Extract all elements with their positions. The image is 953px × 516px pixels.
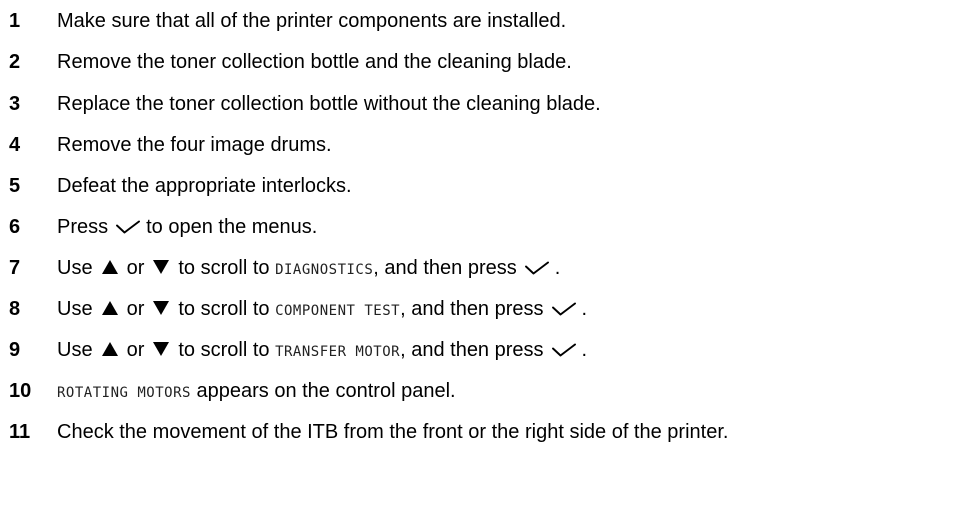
step-text: Use or to scroll to TRANSFER MOTOR, and th… — [57, 335, 587, 367]
step-number: 8 — [9, 298, 21, 320]
step-number: 9 — [9, 339, 21, 361]
step-text: Remove the toner collection bottle and t… — [57, 47, 572, 77]
step-number: 4 — [9, 134, 21, 156]
step-text: ROTATING MOTORS appears on the control p… — [57, 376, 456, 408]
step-text-segment: Replace the toner collection bottle with… — [57, 93, 601, 115]
control-panel-message: DIAGNOSTICS — [275, 262, 374, 278]
control-panel-message: ROTATING MOTORS — [57, 385, 191, 401]
step-text-segment: Use — [57, 298, 93, 320]
step-text: Defeat the appropriate interlocks. — [57, 171, 352, 201]
step-text: Replace the toner collection bottle with… — [57, 89, 601, 119]
step-text: Use or to scroll to DIAGNOSTICS, and then … — [57, 253, 560, 285]
step-number: 7 — [9, 257, 21, 279]
down-arrow-icon — [152, 295, 170, 325]
step-text-segment: appears on the control panel. — [190, 380, 456, 402]
down-arrow-icon — [152, 336, 170, 366]
down-arrow-icon — [152, 254, 170, 284]
up-arrow-icon — [101, 254, 119, 284]
step-text-segment: Remove the four image drums. — [57, 134, 332, 156]
step-text-segment: . — [581, 298, 588, 320]
step-text-segment: Check the movement of the ITB from the f… — [57, 421, 729, 443]
step-number: 2 — [9, 51, 21, 73]
step-text-segment: , and then press — [400, 298, 544, 320]
control-panel-message: COMPONENT TEST — [275, 303, 401, 319]
step-text-segment: , and then press — [400, 339, 544, 361]
up-arrow-icon — [101, 295, 119, 325]
up-arrow-icon — [101, 336, 119, 366]
check-icon — [551, 295, 576, 325]
step-number: 3 — [9, 93, 21, 115]
step-text-segment: to scroll to — [178, 298, 276, 320]
check-icon — [116, 213, 141, 243]
step-number: 6 — [9, 216, 21, 238]
step-text: Press to open the menus. — [57, 212, 317, 243]
step-text-segment: Remove the toner collection bottle and t… — [57, 51, 572, 73]
control-panel-message: TRANSFER MOTOR — [275, 344, 401, 360]
step-text: Make sure that all of the printer compon… — [57, 6, 566, 36]
step-text-segment: Press — [57, 216, 109, 238]
step-text-segment: to open the menus. — [146, 216, 318, 238]
step-text-segment: or — [126, 257, 145, 279]
check-icon — [551, 336, 576, 366]
step-text-segment: . — [554, 257, 561, 279]
step-number: 11 — [9, 421, 31, 443]
step-text: Use or to scroll to COMPONENT TEST, and th… — [57, 294, 587, 326]
step-number: 1 — [9, 10, 21, 32]
step-number: 5 — [9, 175, 21, 197]
step-text-segment: or — [126, 339, 145, 361]
step-text-segment: , and then press — [373, 257, 517, 279]
step-text-segment: . — [581, 339, 588, 361]
step-text-segment: or — [126, 298, 145, 320]
step-text-segment: Make sure that all of the printer compon… — [57, 10, 567, 32]
step-number: 10 — [9, 380, 32, 402]
step-text-segment: Use — [57, 339, 93, 361]
step-text-segment: Use — [57, 257, 93, 279]
check-icon — [524, 254, 549, 284]
step-text-segment: to scroll to — [178, 339, 276, 361]
step-text: Remove the four image drums. — [57, 130, 332, 160]
step-text: Check the movement of the ITB from the f… — [57, 417, 728, 447]
step-text-segment: to scroll to — [178, 257, 276, 279]
step-text-segment: Defeat the appropriate interlocks. — [57, 175, 352, 197]
